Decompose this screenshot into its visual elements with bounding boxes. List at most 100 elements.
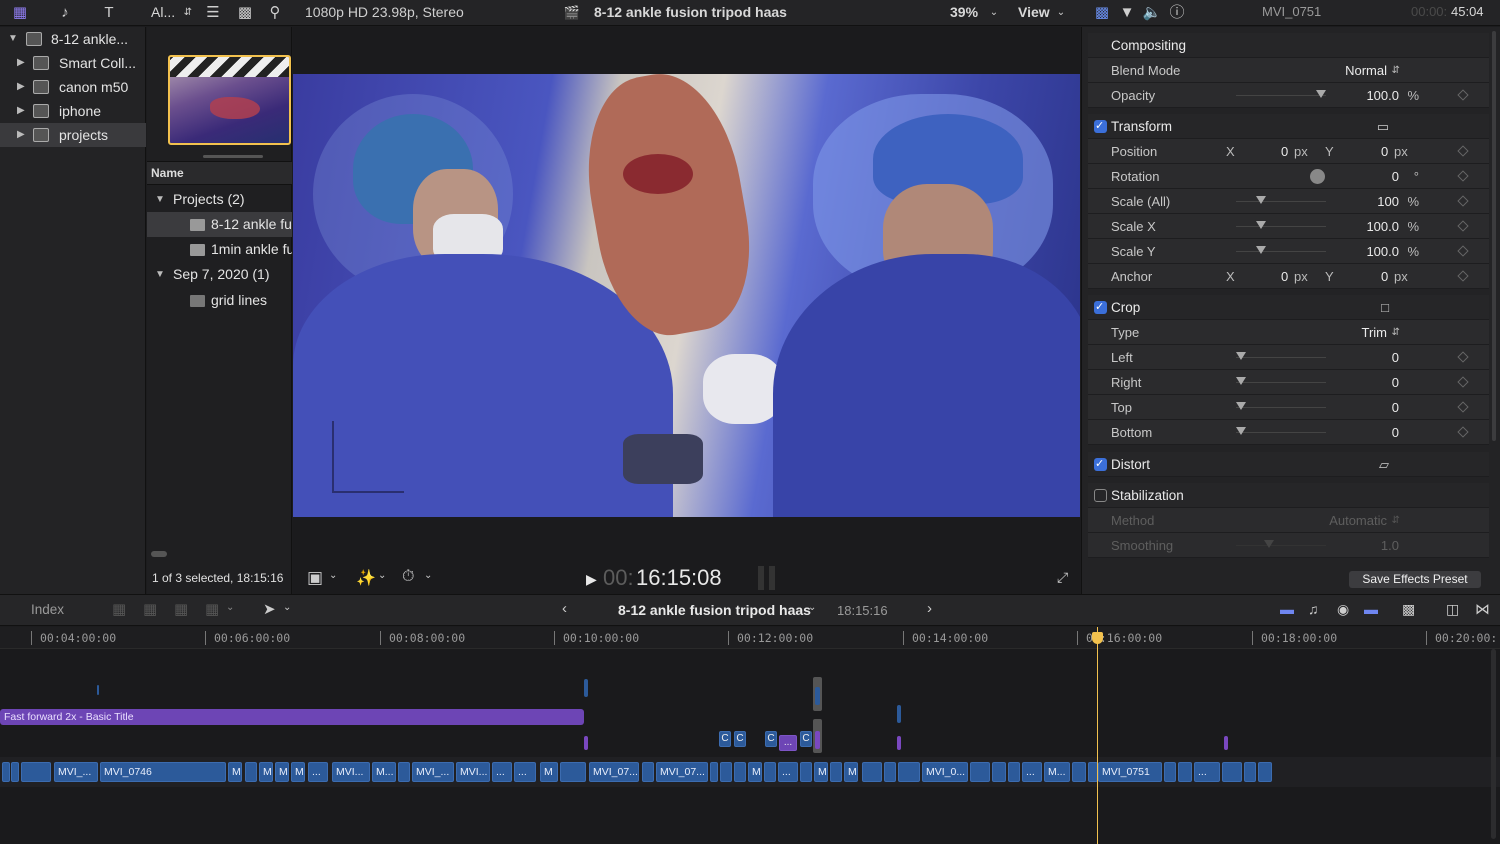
- slider-knob[interactable]: [1316, 90, 1326, 98]
- chevron-updown-icon[interactable]: ⇵: [177, 3, 199, 23]
- chevron-down-icon[interactable]: ⌄: [424, 570, 432, 581]
- play-icon[interactable]: ▶: [586, 571, 597, 588]
- playhead[interactable]: [1097, 627, 1098, 844]
- keyframe-icon[interactable]: [1457, 376, 1469, 388]
- chevron-down-icon[interactable]: ⌄: [808, 602, 816, 613]
- video-clip[interactable]: [992, 762, 1006, 782]
- video-clip[interactable]: [11, 762, 19, 782]
- overwrite-clip-icon[interactable]: ▦: [205, 600, 219, 618]
- filmstrip-icon[interactable]: ▩: [234, 3, 256, 23]
- slider-knob[interactable]: [1236, 402, 1246, 410]
- position-x-value[interactable]: 0: [1281, 139, 1288, 164]
- info-icon[interactable]: ⓘ: [1166, 3, 1188, 23]
- transform-tool-icon[interactable]: ▣: [307, 568, 323, 588]
- forward-arrow-icon[interactable]: ›: [927, 600, 932, 617]
- video-clip[interactable]: [764, 762, 776, 782]
- disclosure-open-icon[interactable]: ▼: [155, 187, 165, 212]
- browser-group[interactable]: ▼ Projects (2): [147, 187, 292, 212]
- fullscreen-icon[interactable]: ⤢: [1057, 569, 1068, 586]
- stabilization-checkbox[interactable]: [1094, 489, 1107, 502]
- video-clip[interactable]: M: [259, 762, 273, 782]
- video-clip[interactable]: [862, 762, 882, 782]
- clip-appearance-icon[interactable]: ▩: [1402, 601, 1415, 618]
- video-clip[interactable]: ...: [1194, 762, 1220, 782]
- video-clip[interactable]: MVI_0746: [100, 762, 226, 782]
- video-clip[interactable]: [245, 762, 257, 782]
- video-clip[interactable]: ...: [1022, 762, 1042, 782]
- scale-all-value[interactable]: 100: [1377, 189, 1399, 214]
- project-thumbnail[interactable]: [168, 55, 291, 145]
- connected-clip-marker[interactable]: [584, 679, 588, 697]
- video-clip[interactable]: [398, 762, 410, 782]
- scale-y-slider[interactable]: [1236, 246, 1326, 254]
- title-clip-small[interactable]: ...: [779, 735, 797, 751]
- crop-bottom-value[interactable]: 0: [1392, 420, 1399, 445]
- connected-clip[interactable]: C: [765, 731, 777, 747]
- distort-checkbox[interactable]: [1094, 452, 1107, 477]
- keyframe-icon[interactable]: [1457, 351, 1469, 363]
- video-clip[interactable]: M...: [372, 762, 396, 782]
- search-icon[interactable]: ⚲: [264, 3, 286, 23]
- video-clip[interactable]: [970, 762, 990, 782]
- browser-item[interactable]: grid lines: [147, 288, 292, 313]
- video-clip[interactable]: [1178, 762, 1192, 782]
- video-clip[interactable]: M: [748, 762, 762, 782]
- clip-skimming-icon[interactable]: ▬: [1280, 601, 1294, 617]
- thumbnail-scrubber[interactable]: [203, 155, 263, 158]
- save-effects-preset-button[interactable]: Save Effects Preset: [1349, 571, 1481, 588]
- rotation-dial[interactable]: [1310, 169, 1325, 184]
- video-clip[interactable]: ...: [514, 762, 536, 782]
- blend-mode-popup[interactable]: Normal: [1345, 58, 1387, 83]
- video-clip[interactable]: [21, 762, 51, 782]
- photos-audio-icon[interactable]: ♪: [54, 3, 76, 23]
- library-filter[interactable]: Al...: [151, 4, 175, 20]
- connect-clip-icon[interactable]: ▦: [112, 600, 126, 618]
- anchor-y-value[interactable]: 0: [1381, 264, 1388, 289]
- library-item[interactable]: ▶ canon m50: [0, 75, 146, 99]
- libraries-icon[interactable]: ▦: [9, 3, 31, 23]
- video-clip[interactable]: [898, 762, 920, 782]
- chevron-down-icon[interactable]: ⌄: [1050, 3, 1072, 23]
- insert-clip-icon[interactable]: ▦: [143, 600, 157, 618]
- video-clip[interactable]: [1072, 762, 1086, 782]
- slider-knob[interactable]: [1236, 377, 1246, 385]
- crop-top-value[interactable]: 0: [1392, 395, 1399, 420]
- scale-y-value[interactable]: 100.0: [1366, 239, 1399, 264]
- title-clip[interactable]: Fast forward 2x - Basic Title: [0, 709, 584, 725]
- horizontal-scrollbar[interactable]: [151, 551, 167, 557]
- chevron-down-icon[interactable]: ⌄: [378, 570, 386, 581]
- timecode-display[interactable]: 16:15:08: [636, 565, 722, 591]
- slider-knob[interactable]: [1256, 246, 1266, 254]
- zoom-level[interactable]: 39%: [950, 4, 978, 20]
- library-item[interactable]: ▶ projects: [0, 123, 146, 147]
- video-clip[interactable]: [642, 762, 654, 782]
- connected-clip-marker[interactable]: [815, 687, 820, 705]
- disclosure-closed-icon[interactable]: ▶: [17, 99, 25, 123]
- chevron-down-icon[interactable]: ⌄: [283, 602, 291, 613]
- video-clip[interactable]: [720, 762, 732, 782]
- index-button[interactable]: Index: [31, 602, 64, 617]
- disclosure-open-icon[interactable]: ▼: [8, 27, 18, 51]
- audio-skimming-icon[interactable]: ♫: [1308, 601, 1319, 617]
- append-clip-icon[interactable]: ▦: [174, 600, 188, 618]
- library-item[interactable]: ▼ 8-12 ankle...: [0, 27, 146, 51]
- video-clip[interactable]: [884, 762, 896, 782]
- anchor-x-value[interactable]: 0: [1281, 264, 1288, 289]
- connected-clip[interactable]: C: [719, 731, 731, 747]
- keyframe-icon[interactable]: [1457, 220, 1469, 232]
- browser-item[interactable]: 8-12 ankle fu: [147, 212, 292, 237]
- connected-marker[interactable]: [97, 685, 99, 695]
- playhead-handle[interactable]: [1092, 632, 1103, 644]
- view-menu[interactable]: View: [1018, 4, 1050, 20]
- video-clip[interactable]: ...: [778, 762, 798, 782]
- disclosure-closed-icon[interactable]: ▶: [17, 51, 25, 75]
- crop-left-value[interactable]: 0: [1392, 345, 1399, 370]
- chevron-down-icon[interactable]: ⌄: [329, 570, 337, 581]
- inspector-scrollbar[interactable]: [1492, 31, 1496, 441]
- video-clip[interactable]: [560, 762, 586, 782]
- title-marker[interactable]: [815, 731, 820, 749]
- browser-group[interactable]: ▼ Sep 7, 2020 (1): [147, 262, 292, 287]
- browser-item[interactable]: 1min ankle fu: [147, 237, 292, 262]
- slider-knob[interactable]: [1236, 352, 1246, 360]
- video-clip[interactable]: MVI_0751: [1098, 762, 1162, 782]
